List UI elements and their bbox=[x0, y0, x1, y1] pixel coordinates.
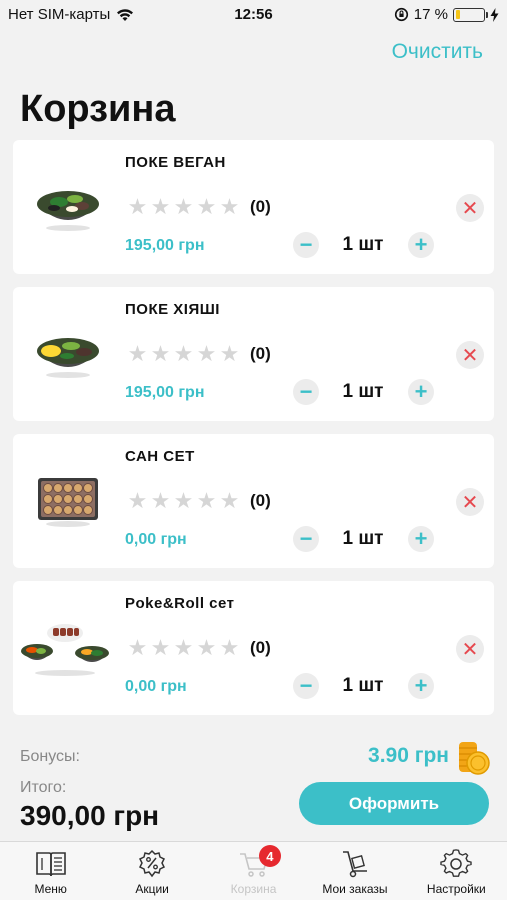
star-icon[interactable]: ★ bbox=[173, 490, 194, 512]
poke-roll-set-icon bbox=[21, 624, 109, 676]
wifi-icon bbox=[117, 8, 134, 21]
total-label: Итого: bbox=[20, 779, 67, 796]
poke-bowl-icon bbox=[37, 338, 99, 378]
item-quantity: 1 шт bbox=[342, 234, 384, 255]
star-icon[interactable]: ★ bbox=[173, 637, 194, 659]
decrease-quantity-button[interactable]: − bbox=[293, 673, 319, 699]
item-quantity: 1 шт bbox=[342, 381, 384, 402]
increase-quantity-button[interactable]: + bbox=[408, 673, 434, 699]
cart-item: Poke&Roll сет ★ ★ ★ ★ ★ (0) 0,00 грн − 1… bbox=[13, 581, 494, 715]
cart-badge: 4 bbox=[258, 845, 281, 867]
star-icon[interactable]: ★ bbox=[127, 490, 148, 512]
tab-promotions[interactable]: Акции bbox=[101, 842, 202, 900]
rating-stars[interactable]: ★ ★ ★ ★ ★ (0) bbox=[127, 490, 271, 512]
item-name: ПОКЕ ХІЯШІ bbox=[125, 301, 220, 318]
bonus-label: Бонусы: bbox=[20, 748, 80, 765]
item-quantity: 1 шт bbox=[342, 528, 384, 549]
increase-quantity-button[interactable]: + bbox=[408, 526, 434, 552]
page-title: Корзина bbox=[20, 88, 176, 130]
cart-item: ПОКЕ ВЕГАН ★ ★ ★ ★ ★ (0) 195,00 грн − 1 … bbox=[13, 140, 494, 274]
tab-menu[interactable]: Меню bbox=[0, 842, 101, 900]
tab-label: Мои заказы bbox=[322, 882, 388, 896]
star-icon[interactable]: ★ bbox=[219, 196, 240, 218]
bonus-value: 3.90 грн bbox=[368, 744, 449, 767]
item-name: САН СЕТ bbox=[125, 448, 195, 465]
star-icon[interactable]: ★ bbox=[150, 196, 171, 218]
discount-icon bbox=[139, 849, 166, 878]
battery-percent: 17 % bbox=[413, 6, 448, 23]
tab-label: Акции bbox=[135, 882, 169, 896]
star-icon[interactable]: ★ bbox=[196, 637, 217, 659]
star-icon[interactable]: ★ bbox=[196, 196, 217, 218]
decrease-quantity-button[interactable]: − bbox=[293, 526, 319, 552]
star-icon[interactable]: ★ bbox=[219, 637, 240, 659]
item-quantity: 1 шт bbox=[342, 675, 384, 696]
remove-item-button[interactable]: ✕ bbox=[456, 635, 484, 663]
increase-quantity-button[interactable]: + bbox=[408, 379, 434, 405]
cart-item: ПОКЕ ХІЯШІ ★ ★ ★ ★ ★ (0) 195,00 грн − 1 … bbox=[13, 287, 494, 421]
tab-label: Меню bbox=[34, 882, 67, 896]
rating-stars[interactable]: ★ ★ ★ ★ ★ (0) bbox=[127, 196, 271, 218]
item-price: 195,00 грн bbox=[125, 237, 205, 254]
coins-icon bbox=[459, 742, 490, 775]
remove-item-button[interactable]: ✕ bbox=[456, 488, 484, 516]
status-bar: Нет SIM-карты 12:56 17 % bbox=[0, 0, 507, 30]
carrier-label: Нет SIM-карты bbox=[8, 6, 111, 23]
rating-stars[interactable]: ★ ★ ★ ★ ★ (0) bbox=[127, 637, 271, 659]
star-icon[interactable]: ★ bbox=[173, 343, 194, 365]
battery-icon bbox=[453, 7, 488, 22]
cart-item: САН СЕТ ★ ★ ★ ★ ★ (0) 0,00 грн − 1 шт + … bbox=[13, 434, 494, 568]
tab-my-orders[interactable]: Мои заказы bbox=[304, 842, 405, 900]
star-icon[interactable]: ★ bbox=[173, 196, 194, 218]
tab-bar: Меню Акции 4 Корзина Мои заказы Настройк… bbox=[0, 841, 507, 900]
item-name: Poke&Roll сет bbox=[125, 595, 235, 612]
item-name: ПОКЕ ВЕГАН bbox=[125, 154, 226, 171]
increase-quantity-button[interactable]: + bbox=[408, 232, 434, 258]
star-icon[interactable]: ★ bbox=[127, 343, 148, 365]
gear-icon bbox=[440, 849, 473, 877]
rating-stars[interactable]: ★ ★ ★ ★ ★ (0) bbox=[127, 343, 271, 365]
star-icon[interactable]: ★ bbox=[127, 196, 148, 218]
rating-count: (0) bbox=[250, 344, 271, 363]
star-icon[interactable]: ★ bbox=[196, 490, 217, 512]
hand-truck-icon bbox=[342, 851, 367, 878]
tab-cart[interactable]: 4 Корзина bbox=[203, 842, 304, 900]
remove-item-button[interactable]: ✕ bbox=[456, 194, 484, 222]
poke-bowl-icon bbox=[37, 191, 99, 231]
star-icon[interactable]: ★ bbox=[150, 343, 171, 365]
remove-item-button[interactable]: ✕ bbox=[456, 341, 484, 369]
rating-count: (0) bbox=[250, 197, 271, 216]
star-icon[interactable]: ★ bbox=[219, 490, 240, 512]
menu-book-icon bbox=[35, 852, 66, 877]
rating-count: (0) bbox=[250, 638, 271, 657]
battery-fill bbox=[455, 10, 461, 19]
charging-icon bbox=[490, 7, 499, 22]
item-price: 195,00 грн bbox=[125, 384, 205, 401]
decrease-quantity-button[interactable]: − bbox=[293, 379, 319, 405]
tab-label: Настройки bbox=[426, 882, 486, 896]
total-value: 390,00 грн bbox=[20, 800, 160, 831]
checkout-button[interactable]: Оформить bbox=[299, 782, 489, 825]
star-icon[interactable]: ★ bbox=[196, 343, 217, 365]
status-right: 17 % bbox=[394, 6, 499, 23]
status-left: Нет SIM-карты bbox=[8, 6, 134, 23]
tab-settings[interactable]: Настройки bbox=[406, 842, 507, 900]
item-price: 0,00 грн bbox=[125, 678, 187, 695]
item-price: 0,00 грн bbox=[125, 531, 187, 548]
star-icon[interactable]: ★ bbox=[127, 637, 148, 659]
star-icon[interactable]: ★ bbox=[219, 343, 240, 365]
decrease-quantity-button[interactable]: − bbox=[293, 232, 319, 258]
orientation-lock-icon bbox=[394, 7, 408, 22]
star-icon[interactable]: ★ bbox=[150, 490, 171, 512]
star-icon[interactable]: ★ bbox=[150, 637, 171, 659]
tab-label: Корзина bbox=[230, 882, 277, 896]
rating-count: (0) bbox=[250, 491, 271, 510]
clear-cart-button[interactable]: Очистить bbox=[392, 40, 483, 64]
sushi-tray-icon bbox=[38, 478, 98, 527]
